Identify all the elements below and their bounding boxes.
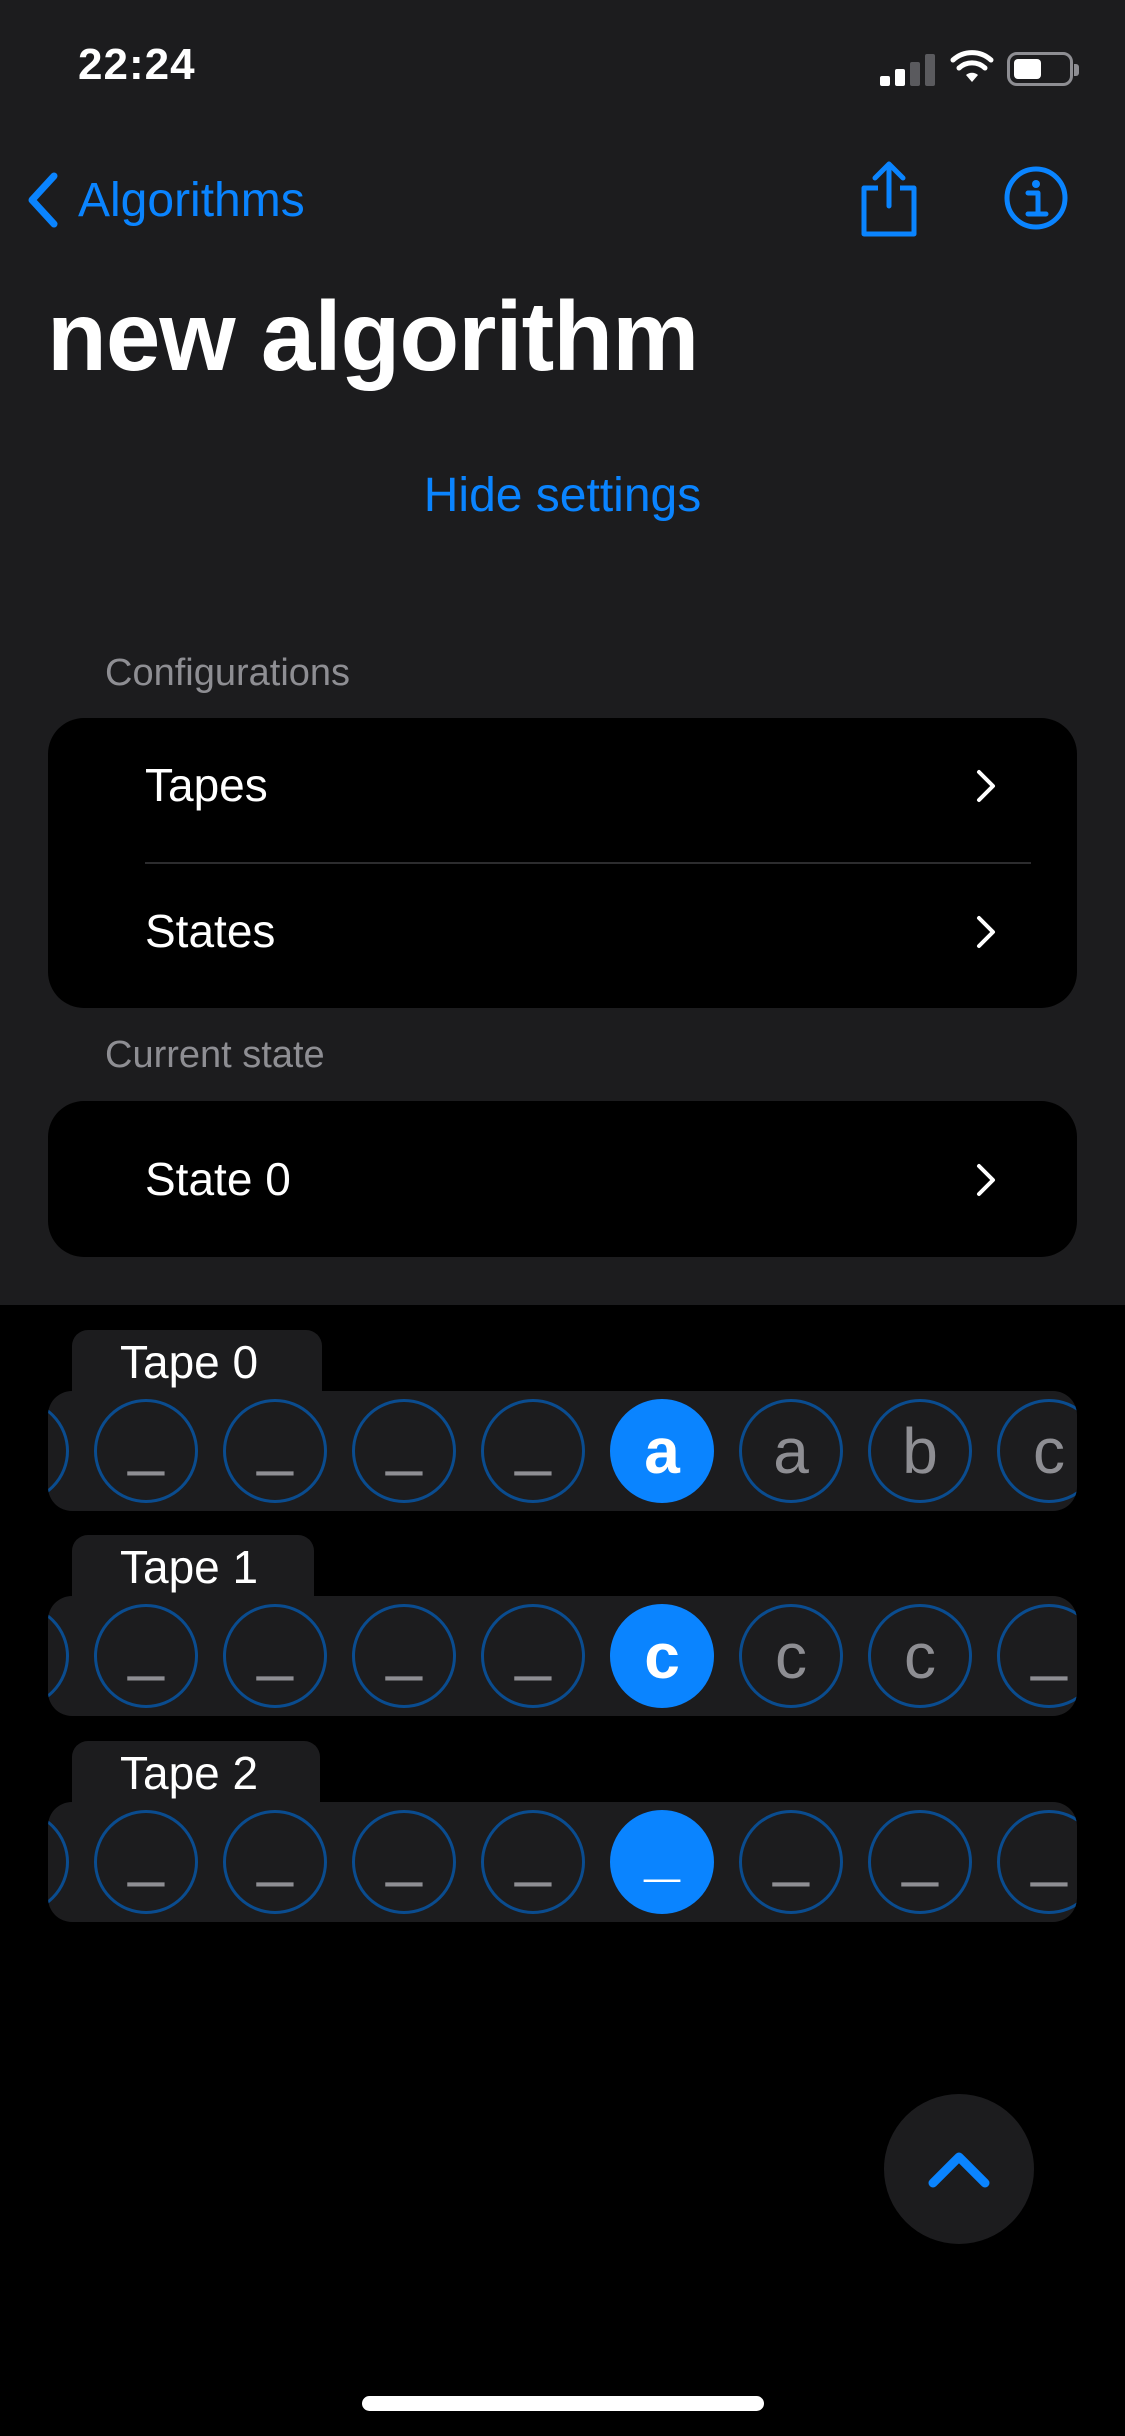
- settings-panel: 22:24 Algorithms new algorithm Hide sett…: [0, 0, 1125, 1305]
- tape-cell[interactable]: c: [739, 1604, 843, 1708]
- battery-icon: [1007, 52, 1079, 86]
- tape-cell-partial: [48, 1604, 69, 1708]
- tape-head-cell[interactable]: c: [610, 1604, 714, 1708]
- tape-cell[interactable]: _: [352, 1604, 456, 1708]
- tape-1-track[interactable]: ____ccc__: [48, 1596, 1077, 1716]
- tape-cell[interactable]: _: [481, 1810, 585, 1914]
- tape-cell-partial: [48, 1399, 69, 1503]
- tape-cell[interactable]: _: [223, 1399, 327, 1503]
- page-title: new algorithm: [47, 281, 699, 391]
- tape-cell[interactable]: b: [868, 1399, 972, 1503]
- back-label: Algorithms: [78, 173, 305, 227]
- tape-cell[interactable]: c: [997, 1399, 1077, 1503]
- tape-0-tab: Tape 0: [72, 1330, 322, 1394]
- tape-cell[interactable]: _: [352, 1810, 456, 1914]
- current-state-header: Current state: [105, 1034, 325, 1076]
- configurations-group: Tapes States: [48, 718, 1077, 1008]
- states-row-label: States: [145, 905, 276, 957]
- tape-cell[interactable]: _: [997, 1604, 1077, 1708]
- scroll-up-button[interactable]: [884, 2094, 1034, 2244]
- tapes-row[interactable]: Tapes: [48, 718, 1077, 852]
- tape-cell[interactable]: _: [94, 1604, 198, 1708]
- status-time: 22:24: [78, 40, 196, 89]
- tape-0-track[interactable]: ____aabc_: [48, 1391, 1077, 1511]
- tape-cell[interactable]: c: [868, 1604, 972, 1708]
- current-state-value: State 0: [145, 1153, 291, 1205]
- tape-1-tab: Tape 1: [72, 1535, 314, 1599]
- tape-cell[interactable]: a: [739, 1399, 843, 1503]
- chevron-right-icon: [977, 916, 995, 948]
- info-icon[interactable]: [1003, 165, 1069, 231]
- tape-cell[interactable]: _: [997, 1810, 1077, 1914]
- tape-cell[interactable]: _: [352, 1399, 456, 1503]
- chevron-up-icon: [928, 2152, 990, 2188]
- tape-cell[interactable]: _: [223, 1604, 327, 1708]
- chevron-right-icon: [977, 1164, 995, 1196]
- tape-cell[interactable]: _: [739, 1810, 843, 1914]
- tape-cell[interactable]: _: [481, 1399, 585, 1503]
- tape-cell[interactable]: _: [94, 1810, 198, 1914]
- chevron-left-icon: [28, 172, 58, 228]
- tape-cell-partial: [48, 1810, 69, 1914]
- wifi-icon: [950, 50, 994, 82]
- cellular-signal-icon: [880, 52, 936, 86]
- tape-cell[interactable]: _: [223, 1810, 327, 1914]
- current-state-group: State 0: [48, 1101, 1077, 1257]
- home-indicator: [362, 2396, 764, 2411]
- states-row[interactable]: States: [48, 864, 1077, 998]
- tape-cell[interactable]: _: [481, 1604, 585, 1708]
- tape-2-track[interactable]: _________: [48, 1802, 1077, 1922]
- screen: 22:24 Algorithms new algorithm Hide sett…: [0, 0, 1125, 2436]
- tapes-row-label: Tapes: [145, 759, 268, 811]
- share-icon[interactable]: [858, 160, 920, 238]
- tape-head-cell[interactable]: _: [610, 1810, 714, 1914]
- hide-settings-button[interactable]: Hide settings: [0, 468, 1125, 523]
- configurations-header: Configurations: [105, 652, 351, 694]
- chevron-right-icon: [977, 770, 995, 802]
- tape-cell[interactable]: _: [868, 1810, 972, 1914]
- back-button[interactable]: Algorithms: [24, 168, 305, 232]
- tape-2-tab: Tape 2: [72, 1741, 320, 1805]
- tape-cell[interactable]: _: [94, 1399, 198, 1503]
- tape-head-cell[interactable]: a: [610, 1399, 714, 1503]
- current-state-row[interactable]: State 0: [48, 1112, 1077, 1246]
